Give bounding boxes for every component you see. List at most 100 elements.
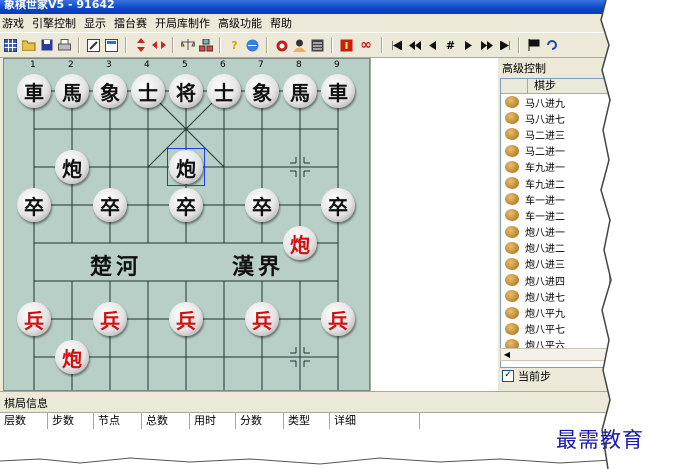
window-icon[interactable] <box>104 38 119 53</box>
file-number: 4 <box>144 60 150 70</box>
piece-red[interactable]: 兵 <box>17 302 51 336</box>
piece-icon <box>505 144 519 157</box>
flag-icon[interactable] <box>526 38 541 53</box>
toolbar-separator <box>125 37 127 53</box>
piece-black[interactable]: 象 <box>93 74 127 108</box>
piece-black[interactable]: 士 <box>131 74 165 108</box>
toolbar-separator <box>518 37 520 53</box>
piece-black[interactable]: 卒 <box>321 188 355 222</box>
piece-icon <box>505 112 519 125</box>
move-row[interactable]: 车九进二 <box>501 175 609 191</box>
title-bar[interactable]: 象棋世家V5 - 91642 <box>0 0 612 14</box>
back-icon[interactable] <box>425 38 440 53</box>
save-icon[interactable] <box>39 38 54 53</box>
menu-game[interactable]: 游戏 <box>0 15 30 31</box>
column-score[interactable]: 分数 <box>236 413 284 429</box>
piece-red[interactable]: 炮 <box>55 340 89 374</box>
checkbox-box[interactable]: ✓ <box>502 370 514 382</box>
move-row[interactable]: 车九进一 <box>501 159 609 175</box>
piece-black[interactable]: 車 <box>17 74 51 108</box>
chess-board[interactable]: 1 2 3 4 5 6 7 8 9 楚河 漢界 車馬象士将士象馬車炮炮卒卒卒卒卒… <box>3 58 370 391</box>
piece-black[interactable]: 卒 <box>17 188 51 222</box>
infinity-icon[interactable]: ∞ <box>357 37 375 53</box>
piece-icon <box>505 290 519 303</box>
web-icon[interactable] <box>245 38 260 53</box>
fast-forward-icon[interactable] <box>479 38 494 53</box>
help-icon[interactable]: ? <box>227 38 242 53</box>
toolbar: ? ∞ # <box>0 32 612 58</box>
engine-icon[interactable] <box>274 38 289 53</box>
piece-black[interactable]: 卒 <box>245 188 279 222</box>
piece-black[interactable]: 馬 <box>55 74 89 108</box>
moves-list[interactable]: 棋步 马八进九 马八进七 马二进三 马二进一 车九进一 车九进二 车一进一 车一进二 炮八进一炮… <box>500 78 610 368</box>
column-total[interactable]: 总数 <box>142 413 190 429</box>
move-row[interactable]: 车一进一 <box>501 191 609 207</box>
current-step-checkbox[interactable]: ✓ 当前步 <box>502 368 551 384</box>
menu-opening-book[interactable]: 开局库制作 <box>153 15 216 31</box>
move-row[interactable]: 炮八平九 <box>501 304 609 320</box>
move-row[interactable]: 炮八进三 <box>501 256 609 272</box>
file-number: 8 <box>296 60 302 70</box>
move-row[interactable]: 炮八平七 <box>501 321 609 337</box>
network-icon[interactable] <box>198 38 213 53</box>
open-folder-icon[interactable] <box>21 38 36 53</box>
player-icon[interactable] <box>292 38 307 53</box>
grid-icon[interactable] <box>3 38 18 53</box>
first-move-icon[interactable] <box>389 38 404 53</box>
piece-red[interactable]: 兵 <box>169 302 203 336</box>
flip-vertical-icon[interactable] <box>133 38 148 53</box>
piece-black[interactable]: 炮 <box>55 150 89 184</box>
piece-black[interactable]: 車 <box>321 74 355 108</box>
column-depth[interactable]: 层数 <box>0 413 48 429</box>
jump-icon[interactable]: # <box>443 38 458 53</box>
move-text: 车九进一 <box>525 163 565 175</box>
piece-black[interactable]: 馬 <box>283 74 317 108</box>
move-text: 炮八进七 <box>525 292 565 304</box>
piece-black[interactable]: 卒 <box>169 188 203 222</box>
toolbar-separator <box>331 37 333 53</box>
piece-red[interactable]: 兵 <box>321 302 355 336</box>
move-row[interactable]: 炮八进四 <box>501 272 609 288</box>
moves-list-header: 棋步 <box>501 79 609 94</box>
move-row[interactable]: 炮八进一 <box>501 224 609 240</box>
river-text-right: 漢界 <box>232 254 285 280</box>
column-steps[interactable]: 步数 <box>48 413 94 429</box>
column-type[interactable]: 类型 <box>284 413 330 429</box>
move-row[interactable]: 马八进九 <box>501 94 609 110</box>
last-move-icon[interactable] <box>497 38 512 53</box>
column-header-moves[interactable]: 棋步 <box>528 79 556 93</box>
column-time[interactable]: 用时 <box>190 413 236 429</box>
print-icon[interactable] <box>57 38 72 53</box>
piece-red[interactable]: 兵 <box>245 302 279 336</box>
edit-icon[interactable] <box>86 38 101 53</box>
forward-icon[interactable] <box>461 38 476 53</box>
column-nodes[interactable]: 节点 <box>94 413 142 429</box>
menu-advanced[interactable]: 高级功能 <box>216 15 268 31</box>
column-detail[interactable]: 详细 <box>330 413 420 429</box>
piece-black[interactable]: 士 <box>207 74 241 108</box>
menu-help[interactable]: 帮助 <box>268 15 298 31</box>
move-row[interactable]: 炮八进二 <box>501 240 609 256</box>
piece-black[interactable]: 象 <box>245 74 279 108</box>
move-row[interactable]: 马二进一 <box>501 143 609 159</box>
move-row[interactable]: 马八进七 <box>501 110 609 126</box>
rotate-icon[interactable] <box>544 38 559 53</box>
scroll-left-icon[interactable]: ◀ <box>502 350 512 359</box>
move-row[interactable]: 炮八进七 <box>501 288 609 304</box>
flip-horizontal-icon[interactable] <box>151 38 166 53</box>
game-info-columns: 层数 步数 节点 总数 用时 分数 类型 详细 <box>0 412 612 430</box>
menu-tournament[interactable]: 擂台赛 <box>112 15 153 31</box>
fast-back-icon[interactable] <box>407 38 422 53</box>
horizontal-scrollbar[interactable]: ◀ <box>500 348 610 361</box>
menu-engine-control[interactable]: 引擎控制 <box>30 15 82 31</box>
balance-icon[interactable] <box>180 38 195 53</box>
move-row[interactable]: 车一进二 <box>501 207 609 223</box>
record-icon[interactable] <box>310 38 325 53</box>
stop-icon[interactable] <box>339 38 354 53</box>
piece-black[interactable]: 卒 <box>93 188 127 222</box>
piece-red[interactable]: 兵 <box>93 302 127 336</box>
piece-black[interactable]: 将 <box>169 74 203 108</box>
move-row[interactable]: 马二进三 <box>501 126 609 142</box>
piece-red[interactable]: 炮 <box>283 226 317 260</box>
menu-display[interactable]: 显示 <box>82 15 112 31</box>
